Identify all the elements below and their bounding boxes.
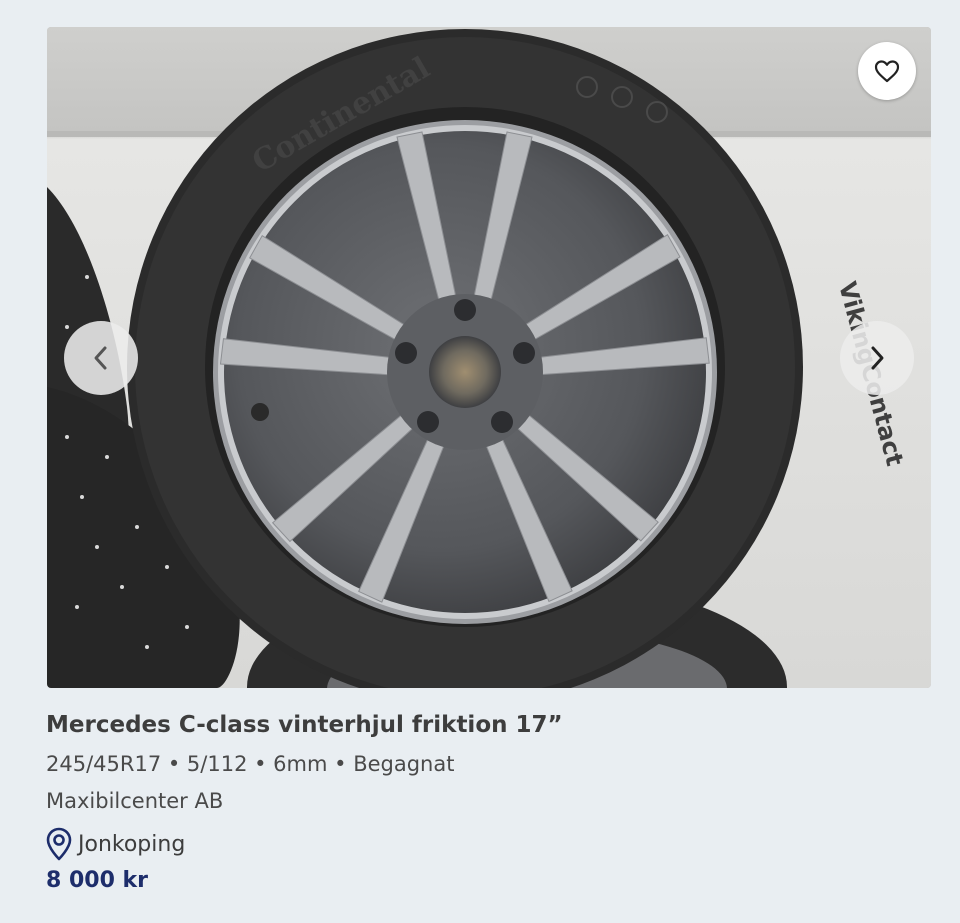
favorite-button[interactable] <box>858 42 916 100</box>
seller-name: Maxibilcenter AB <box>46 789 224 813</box>
location-pin-icon <box>46 827 72 861</box>
listing-price: 8 000 kr <box>46 868 149 893</box>
wheel-photo: Continental VikingContact <box>47 27 931 688</box>
listing-location: Jonkoping <box>44 826 185 862</box>
location-text: Jonkoping <box>78 831 186 857</box>
prev-image-button[interactable] <box>64 321 138 395</box>
chevron-left-icon <box>94 346 107 370</box>
listing-specs: 245/45R17 • 5/112 • 6mm • Begagnat <box>46 752 455 776</box>
listing-title[interactable]: Mercedes C-class vinterhjul friktion 17” <box>46 712 563 738</box>
listing-card[interactable]: Continental VikingContact <box>0 0 960 923</box>
listing-image[interactable]: Continental VikingContact <box>47 27 931 688</box>
heart-icon <box>874 60 900 83</box>
chevron-right-icon <box>871 346 884 370</box>
next-image-button[interactable] <box>840 321 914 395</box>
